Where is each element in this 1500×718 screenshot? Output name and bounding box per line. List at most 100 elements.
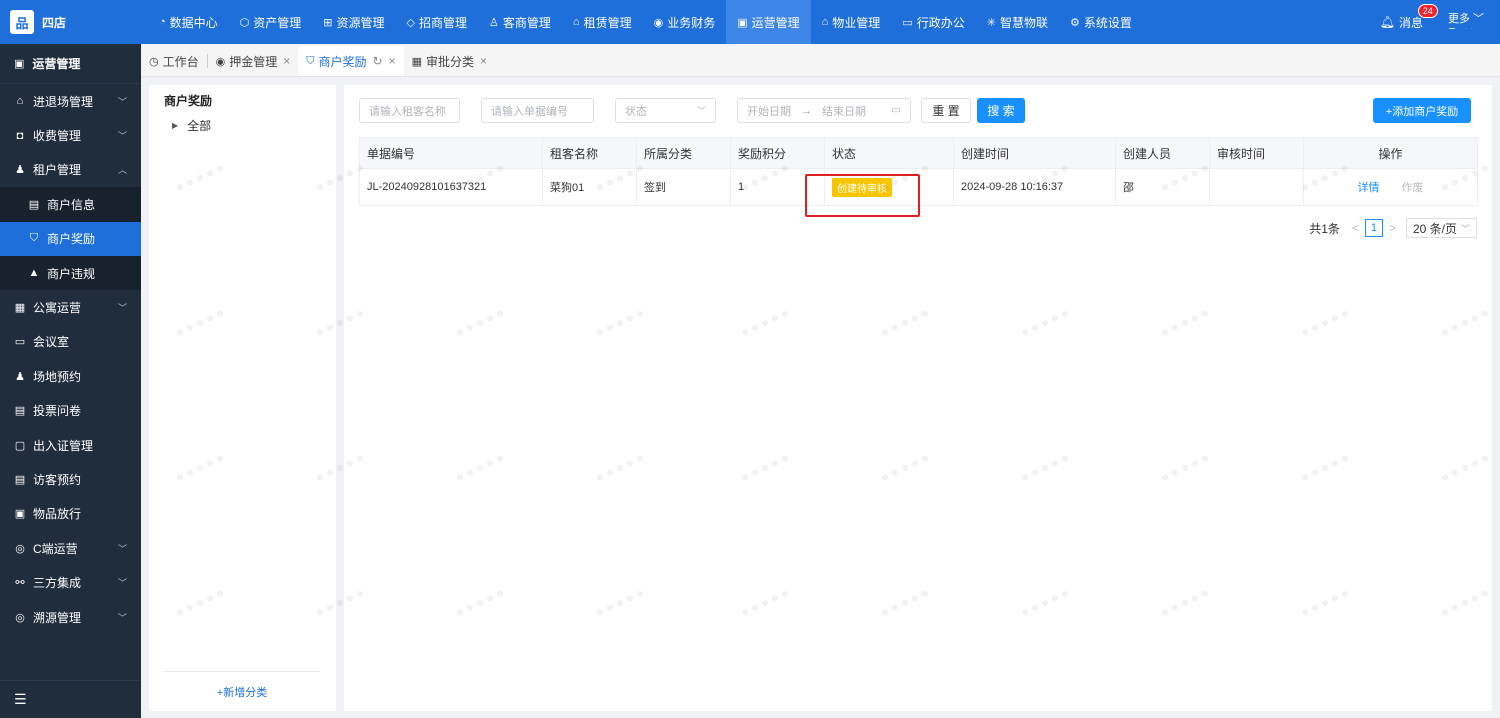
messages-button[interactable]: 🔔︎ 消息 24 bbox=[1380, 3, 1438, 31]
table-header-row: 单据编号 租客名称 所属分类 奖励积分 状态 创建时间 创建人员 审核时间 操作 bbox=[359, 137, 1478, 169]
sidebar-item[interactable]: ◎ C端运营 ﹀ bbox=[0, 531, 141, 565]
sidebar-item[interactable]: ◎ 溯源管理 ﹀ bbox=[0, 600, 141, 634]
column-header: 租客名称 bbox=[542, 137, 637, 169]
topnav-item[interactable]: ◉ 业务财务 bbox=[643, 0, 727, 44]
pagination: 共1条 < 1 > 20 条/页 ﹀ bbox=[1309, 218, 1477, 238]
sidebar-title: ▣ 运营管理 bbox=[0, 44, 141, 84]
page-tab[interactable]: ◉ 押金管理 × bbox=[208, 46, 299, 76]
sidebar-item[interactable]: ◘ 收费管理 ﹀ bbox=[0, 118, 141, 152]
add-reward-button[interactable]: +添加商户奖励 bbox=[1373, 98, 1471, 123]
sidebar-item-icon: ▭ bbox=[14, 336, 26, 349]
topnav-label: 物业管理 bbox=[832, 15, 881, 30]
brand-name: 四店 bbox=[42, 15, 67, 30]
close-icon[interactable]: × bbox=[389, 54, 396, 68]
topnav-item[interactable]: ⚙ 系统设置 bbox=[1059, 0, 1143, 44]
status-select-placeholder: 状态 bbox=[625, 105, 647, 118]
column-header: 单据编号 bbox=[359, 137, 543, 169]
sidebar-item-label: 会议室 bbox=[33, 335, 70, 350]
column-header: 审核时间 bbox=[1209, 137, 1304, 169]
topnav-label: 业务财务 bbox=[667, 15, 716, 30]
sidebar-item[interactable]: ▣ 物品放行 bbox=[0, 497, 141, 531]
sidebar-item[interactable]: ▤ 商户信息 bbox=[0, 187, 141, 222]
sidebar-item[interactable]: ♟ 场地预约 bbox=[0, 359, 141, 393]
sidebar-item[interactable]: ⛉ 商户奖励 bbox=[0, 221, 141, 256]
topnav-item[interactable]: ⌂ 租赁管理 bbox=[562, 0, 643, 44]
more-tabs-button[interactable]: 更多 ﹀ bbox=[1441, 8, 1490, 28]
next-page-button[interactable]: > bbox=[1389, 221, 1396, 235]
status-badge: 创建待审核 bbox=[832, 177, 892, 197]
sidebar-item[interactable]: ⌂ 进退场管理 ﹀ bbox=[0, 84, 141, 118]
rewards-table: 单据编号 租客名称 所属分类 奖励积分 状态 创建时间 创建人员 审核时间 操作 JL-2024… bbox=[359, 137, 1478, 206]
date-range-picker[interactable]: 开始日期 → 结束日期 ▭ bbox=[737, 98, 911, 123]
close-icon[interactable]: × bbox=[283, 54, 290, 68]
topnav-item[interactable]: ⊞ 资源管理 bbox=[312, 0, 395, 44]
search-button[interactable]: 搜 索 bbox=[977, 98, 1025, 123]
main-panel: 请输入租客名称 请输入单据编号 状态 ﹀ 开始日期 → 结束日期 ▭ 重 置 搜… bbox=[344, 85, 1492, 711]
tab-label: 商户奖励 bbox=[318, 54, 367, 69]
page-tabs: ◷ 工作台 ◉ 押金管理 × ⛉ 商户奖励 ↻ × ▦ 审批分类 × bbox=[141, 44, 1500, 77]
sidebar-item-icon: ▣ bbox=[14, 508, 26, 521]
table-row: JL-20240928101637321 菜狗01 签到 1 创建待审核 2024-09-… bbox=[359, 168, 1478, 206]
menu-icon: ▭ bbox=[902, 16, 913, 29]
refresh-icon[interactable]: ↻ bbox=[373, 54, 383, 68]
reviewed-at-cell bbox=[1209, 168, 1304, 206]
caret-right-icon[interactable]: ▶ bbox=[172, 121, 178, 130]
brand[interactable]: 品 四店 bbox=[0, 0, 141, 44]
page-tab[interactable]: ⛉ 商户奖励 ↻ × bbox=[298, 46, 404, 76]
sidebar-item-label: 出入证管理 bbox=[33, 438, 94, 453]
sidebar-item[interactable]: ▤ 投票问卷 bbox=[0, 394, 141, 428]
topnav-item[interactable]: ◇ 招商管理 bbox=[396, 0, 478, 44]
topnav-item[interactable]: ⌂ 物业管理 bbox=[811, 0, 892, 44]
tenant-name-input[interactable]: 请输入租客名称 bbox=[359, 98, 460, 123]
brand-logo-icon: 品 bbox=[10, 10, 34, 34]
page-number-button[interactable]: 1 bbox=[1364, 219, 1383, 237]
created-at-cell: 2024-09-28 10:16:37 bbox=[953, 168, 1116, 206]
void-link[interactable]: 作废 bbox=[1402, 182, 1424, 194]
prev-page-button[interactable]: < bbox=[1352, 221, 1359, 235]
reset-button[interactable]: 重 置 bbox=[921, 98, 971, 123]
tree-node-label: 全部 bbox=[187, 119, 212, 133]
sidebar-item-label: 商户奖励 bbox=[47, 232, 96, 247]
chevron-icon: ︿ bbox=[117, 165, 127, 176]
chevron-icon: ﹀ bbox=[117, 131, 127, 142]
sidebar-item[interactable]: ▲ 商户违规 bbox=[0, 255, 141, 291]
sidebar-item-icon: ♟ bbox=[15, 164, 25, 177]
sidebar-item-label: 物品放行 bbox=[33, 507, 82, 522]
sidebar-item[interactable]: ⚯ 三方集成 ﹀ bbox=[0, 565, 141, 599]
detail-link[interactable]: 详情 bbox=[1358, 182, 1380, 194]
add-category-button[interactable]: +新增分类 bbox=[164, 671, 320, 711]
bill-number-input[interactable]: 请输入单据编号 bbox=[481, 98, 594, 123]
topnav-item[interactable]: ◔ 数据中心 bbox=[148, 0, 229, 44]
tab-label: 工作台 bbox=[162, 54, 199, 69]
topnav-label: 资源管理 bbox=[336, 15, 385, 30]
start-date-field[interactable]: 开始日期 bbox=[747, 103, 791, 119]
chevron-icon: ﹀ bbox=[117, 96, 127, 107]
tab-icon: ◉ bbox=[215, 55, 226, 68]
sidebar-item-icon: ▦ bbox=[14, 302, 26, 315]
sidebar-collapse-button[interactable]: ☰ bbox=[0, 680, 141, 718]
sidebar-item[interactable]: ▦ 公寓运营 ﹀ bbox=[0, 290, 141, 324]
sidebar-item[interactable]: ▢ 出入证管理 bbox=[0, 428, 141, 462]
page-size-select[interactable]: 20 条/页 ﹀ bbox=[1405, 218, 1477, 238]
sidebar-item[interactable]: ▤ 访客预约 bbox=[0, 462, 141, 496]
status-select[interactable]: 状态 ﹀ bbox=[615, 98, 716, 123]
chevron-down-icon: ﹀ bbox=[1460, 223, 1470, 234]
close-icon[interactable]: × bbox=[480, 54, 487, 68]
topnav-item[interactable]: ⬡ 资产管理 bbox=[229, 0, 313, 44]
sidebar-item-icon: ♟ bbox=[15, 370, 25, 383]
sidebar-item[interactable]: ▭ 会议室 bbox=[0, 325, 141, 359]
tree-node-all[interactable]: ▶ 全部 bbox=[172, 117, 211, 134]
tab-label: 审批分类 bbox=[426, 54, 475, 69]
topnav-item[interactable]: ✳ 智慧物联 bbox=[976, 0, 1059, 44]
page-tab[interactable]: ▦ 审批分类 × bbox=[404, 46, 495, 76]
topnav-item[interactable]: ▭ 行政办公 bbox=[891, 0, 975, 44]
chevron-icon: ﹀ bbox=[117, 303, 127, 314]
topnav-item[interactable]: ▣ 运营管理 bbox=[726, 0, 811, 44]
topnav-item[interactable]: ♙ 客商管理 bbox=[478, 0, 562, 44]
end-date-field[interactable]: 结束日期 bbox=[822, 103, 866, 119]
sidebar-item[interactable]: ♟ 租户管理 ︿ bbox=[0, 153, 141, 187]
bill-number-cell: JL-20240928101637321 bbox=[359, 168, 543, 206]
operations-cell: 详情 作废 bbox=[1303, 168, 1478, 206]
page-tab[interactable]: ◷ 工作台 bbox=[141, 46, 207, 76]
calendar-icon: ▭ bbox=[891, 105, 901, 116]
